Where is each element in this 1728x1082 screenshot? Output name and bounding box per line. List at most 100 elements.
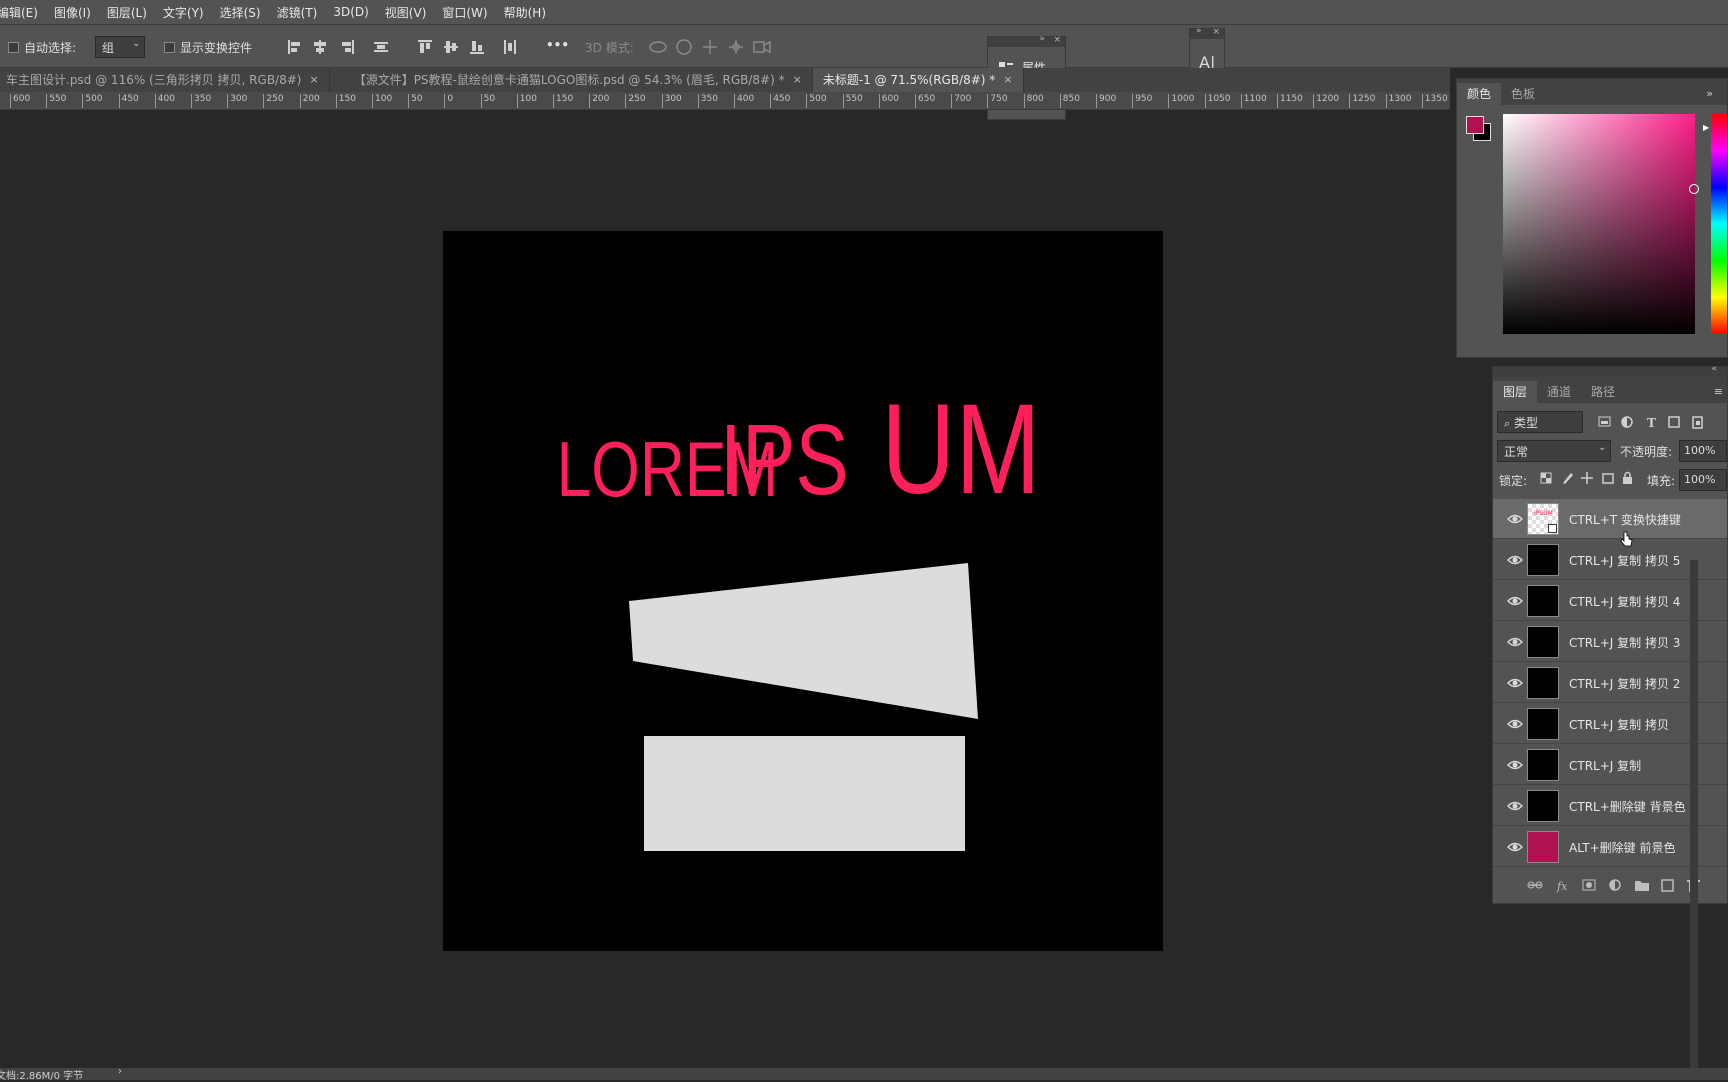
visibility-eye-icon[interactable] <box>1507 798 1523 814</box>
ruler-tick: 750 <box>987 94 1008 108</box>
menu-window[interactable]: 窗口(W) <box>434 4 495 21</box>
layer-name: CTRL+T 变换快捷键 <box>1569 513 1681 527</box>
new-layer-icon[interactable] <box>1661 879 1674 892</box>
align-center-v-icon[interactable] <box>444 41 458 53</box>
visibility-eye-icon[interactable] <box>1507 634 1523 650</box>
visibility-eye-icon[interactable] <box>1507 716 1523 732</box>
blend-mode-dropdown[interactable]: 正常 ⌄ <box>1497 440 1611 462</box>
close-icon[interactable]: × <box>1053 35 1061 45</box>
menu-select[interactable]: 选择(S) <box>212 4 269 21</box>
document-canvas[interactable]: LOREM IPS UM <box>443 231 1163 951</box>
menu-3d[interactable]: 3D(D) <box>325 5 376 19</box>
menu-layer[interactable]: 图层(L) <box>99 4 155 21</box>
align-right-icon[interactable] <box>342 40 354 54</box>
lock-position-icon[interactable] <box>1581 472 1593 484</box>
tab-paths[interactable]: 路径 <box>1581 381 1625 403</box>
layer-filter-dropdown[interactable]: ⌕ 类型 <box>1497 411 1583 433</box>
horizontal-ruler: 600 550 500 450 400 350 300 250 200 150 100 50 0 50 10… <box>0 92 1450 110</box>
tab-document-1[interactable]: 车主图设计.psd @ 116% (三角形拷贝 拷贝, RGB/8#) × <box>0 68 330 92</box>
auto-select-checkbox[interactable] <box>8 42 19 53</box>
auto-select-label: 自动选择: <box>24 41 77 55</box>
new-adjustment-icon[interactable] <box>1609 879 1621 891</box>
ruler-tick: 300 <box>661 94 682 108</box>
menu-type[interactable]: 文字(Y) <box>155 4 212 21</box>
menu-image[interactable]: 图像(I) <box>46 4 99 21</box>
close-icon[interactable]: × <box>309 68 318 92</box>
visibility-eye-icon[interactable] <box>1507 757 1523 773</box>
ruler-tick: 1200 <box>1313 94 1339 108</box>
visibility-eye-icon[interactable] <box>1507 839 1523 855</box>
menu-filter[interactable]: 滤镜(T) <box>269 4 326 21</box>
tab-swatches[interactable]: 色板 <box>1501 83 1545 105</box>
hue-slider[interactable] <box>1711 114 1727 334</box>
visibility-eye-icon[interactable] <box>1507 593 1523 609</box>
close-icon[interactable]: × <box>1212 27 1220 37</box>
3d-orbit-icon[interactable] <box>649 41 667 53</box>
new-group-icon[interactable] <box>1635 881 1649 891</box>
align-center-h-icon[interactable] <box>314 40 326 54</box>
show-transform-label: 显示变换控件 <box>180 41 253 55</box>
lock-pixels-icon[interactable] <box>1563 473 1573 484</box>
distribute-icon[interactable] <box>374 42 388 52</box>
visibility-eye-icon[interactable] <box>1507 675 1523 691</box>
shape-filter-icon[interactable] <box>1668 416 1680 428</box>
fx-icon[interactable]: fx <box>1556 880 1568 893</box>
3d-pan-icon[interactable] <box>703 40 717 54</box>
menu-view[interactable]: 视图(V) <box>377 4 435 21</box>
auto-select-dropdown[interactable]: 组 ⌄ <box>95 36 145 58</box>
layer-row[interactable]: IPSUM CTRL+T 变换快捷键 <box>1493 499 1727 539</box>
tab-document-2[interactable]: 【源文件】PS教程-鼠绘创意卡通猫LOGO图标.psd @ 54.3% (眉毛,… <box>330 68 813 92</box>
menu-help[interactable]: 帮助(H) <box>496 4 554 21</box>
visibility-eye-icon[interactable] <box>1507 511 1523 527</box>
collapse-icon[interactable]: » <box>1039 34 1045 44</box>
link-layers-icon[interactable] <box>1527 881 1543 889</box>
panel-menu-icon[interactable]: ≡ <box>1714 385 1723 398</box>
align-top-icon[interactable] <box>418 40 432 53</box>
distribute-spacing-icon[interactable] <box>502 38 518 56</box>
tab-channels[interactable]: 通道 <box>1537 381 1581 403</box>
pixel-filter-icon[interactable] <box>1598 416 1611 427</box>
tab-color[interactable]: 颜色 <box>1457 83 1502 105</box>
3d-scale-icon[interactable] <box>753 40 771 54</box>
hue-slider-indicator[interactable]: ▶ <box>1703 123 1709 132</box>
panel-header[interactable]: » × <box>1190 26 1224 39</box>
foreground-swatch[interactable] <box>1466 116 1484 134</box>
ruler-tick: 1000 <box>1168 94 1194 108</box>
tab-layers[interactable]: 图层 <box>1493 381 1538 403</box>
smart-object-filter-icon[interactable] <box>1692 416 1703 429</box>
lock-artboard-icon[interactable] <box>1602 473 1614 484</box>
layer-thumbnail <box>1527 831 1559 863</box>
lock-transparent-icon[interactable] <box>1540 472 1552 484</box>
align-left-icon[interactable] <box>288 40 300 54</box>
fill-input[interactable]: 100% <box>1679 469 1727 491</box>
lock-icons <box>1540 471 1632 485</box>
opacity-input[interactable]: 100% <box>1679 440 1727 462</box>
collapse-icon[interactable]: « <box>1711 364 1717 374</box>
panel-header[interactable]: « <box>1493 364 1727 377</box>
type-filter-icon[interactable]: T <box>1647 416 1656 430</box>
more-options-button[interactable]: ••• <box>546 38 569 52</box>
show-transform-checkbox[interactable] <box>164 42 175 53</box>
add-mask-icon[interactable] <box>1582 879 1596 891</box>
adjustment-filter-icon[interactable] <box>1621 416 1633 428</box>
chevron-right-icon[interactable]: › <box>118 1066 122 1077</box>
visibility-eye-icon[interactable] <box>1507 552 1523 568</box>
color-picker-cursor[interactable] <box>1689 184 1699 194</box>
collapse-icon[interactable]: » <box>1196 26 1202 36</box>
ruler-tick: 150 <box>335 94 356 108</box>
menu-edit[interactable]: 编辑(E) <box>0 4 46 21</box>
color-picker-field[interactable] <box>1503 114 1699 334</box>
close-icon[interactable]: × <box>793 68 802 92</box>
layer-name: CTRL+J 复制 <box>1569 759 1642 773</box>
canvas-shapes <box>629 563 978 851</box>
3d-slide-icon[interactable] <box>729 40 743 54</box>
panel-header[interactable]: » × <box>988 34 1065 47</box>
layers-scrollbar[interactable] <box>1690 560 1698 1068</box>
rectangle-shape <box>644 736 965 851</box>
collapse-icon[interactable]: » <box>1706 87 1713 100</box>
close-icon[interactable]: × <box>1003 68 1012 92</box>
tab-document-3[interactable]: 未标题-1 @ 71.5%(RGB/8#) * × <box>812 68 1024 92</box>
lock-all-icon[interactable] <box>1623 471 1632 485</box>
3d-roll-icon[interactable] <box>676 39 692 55</box>
align-bottom-icon[interactable] <box>470 41 484 54</box>
